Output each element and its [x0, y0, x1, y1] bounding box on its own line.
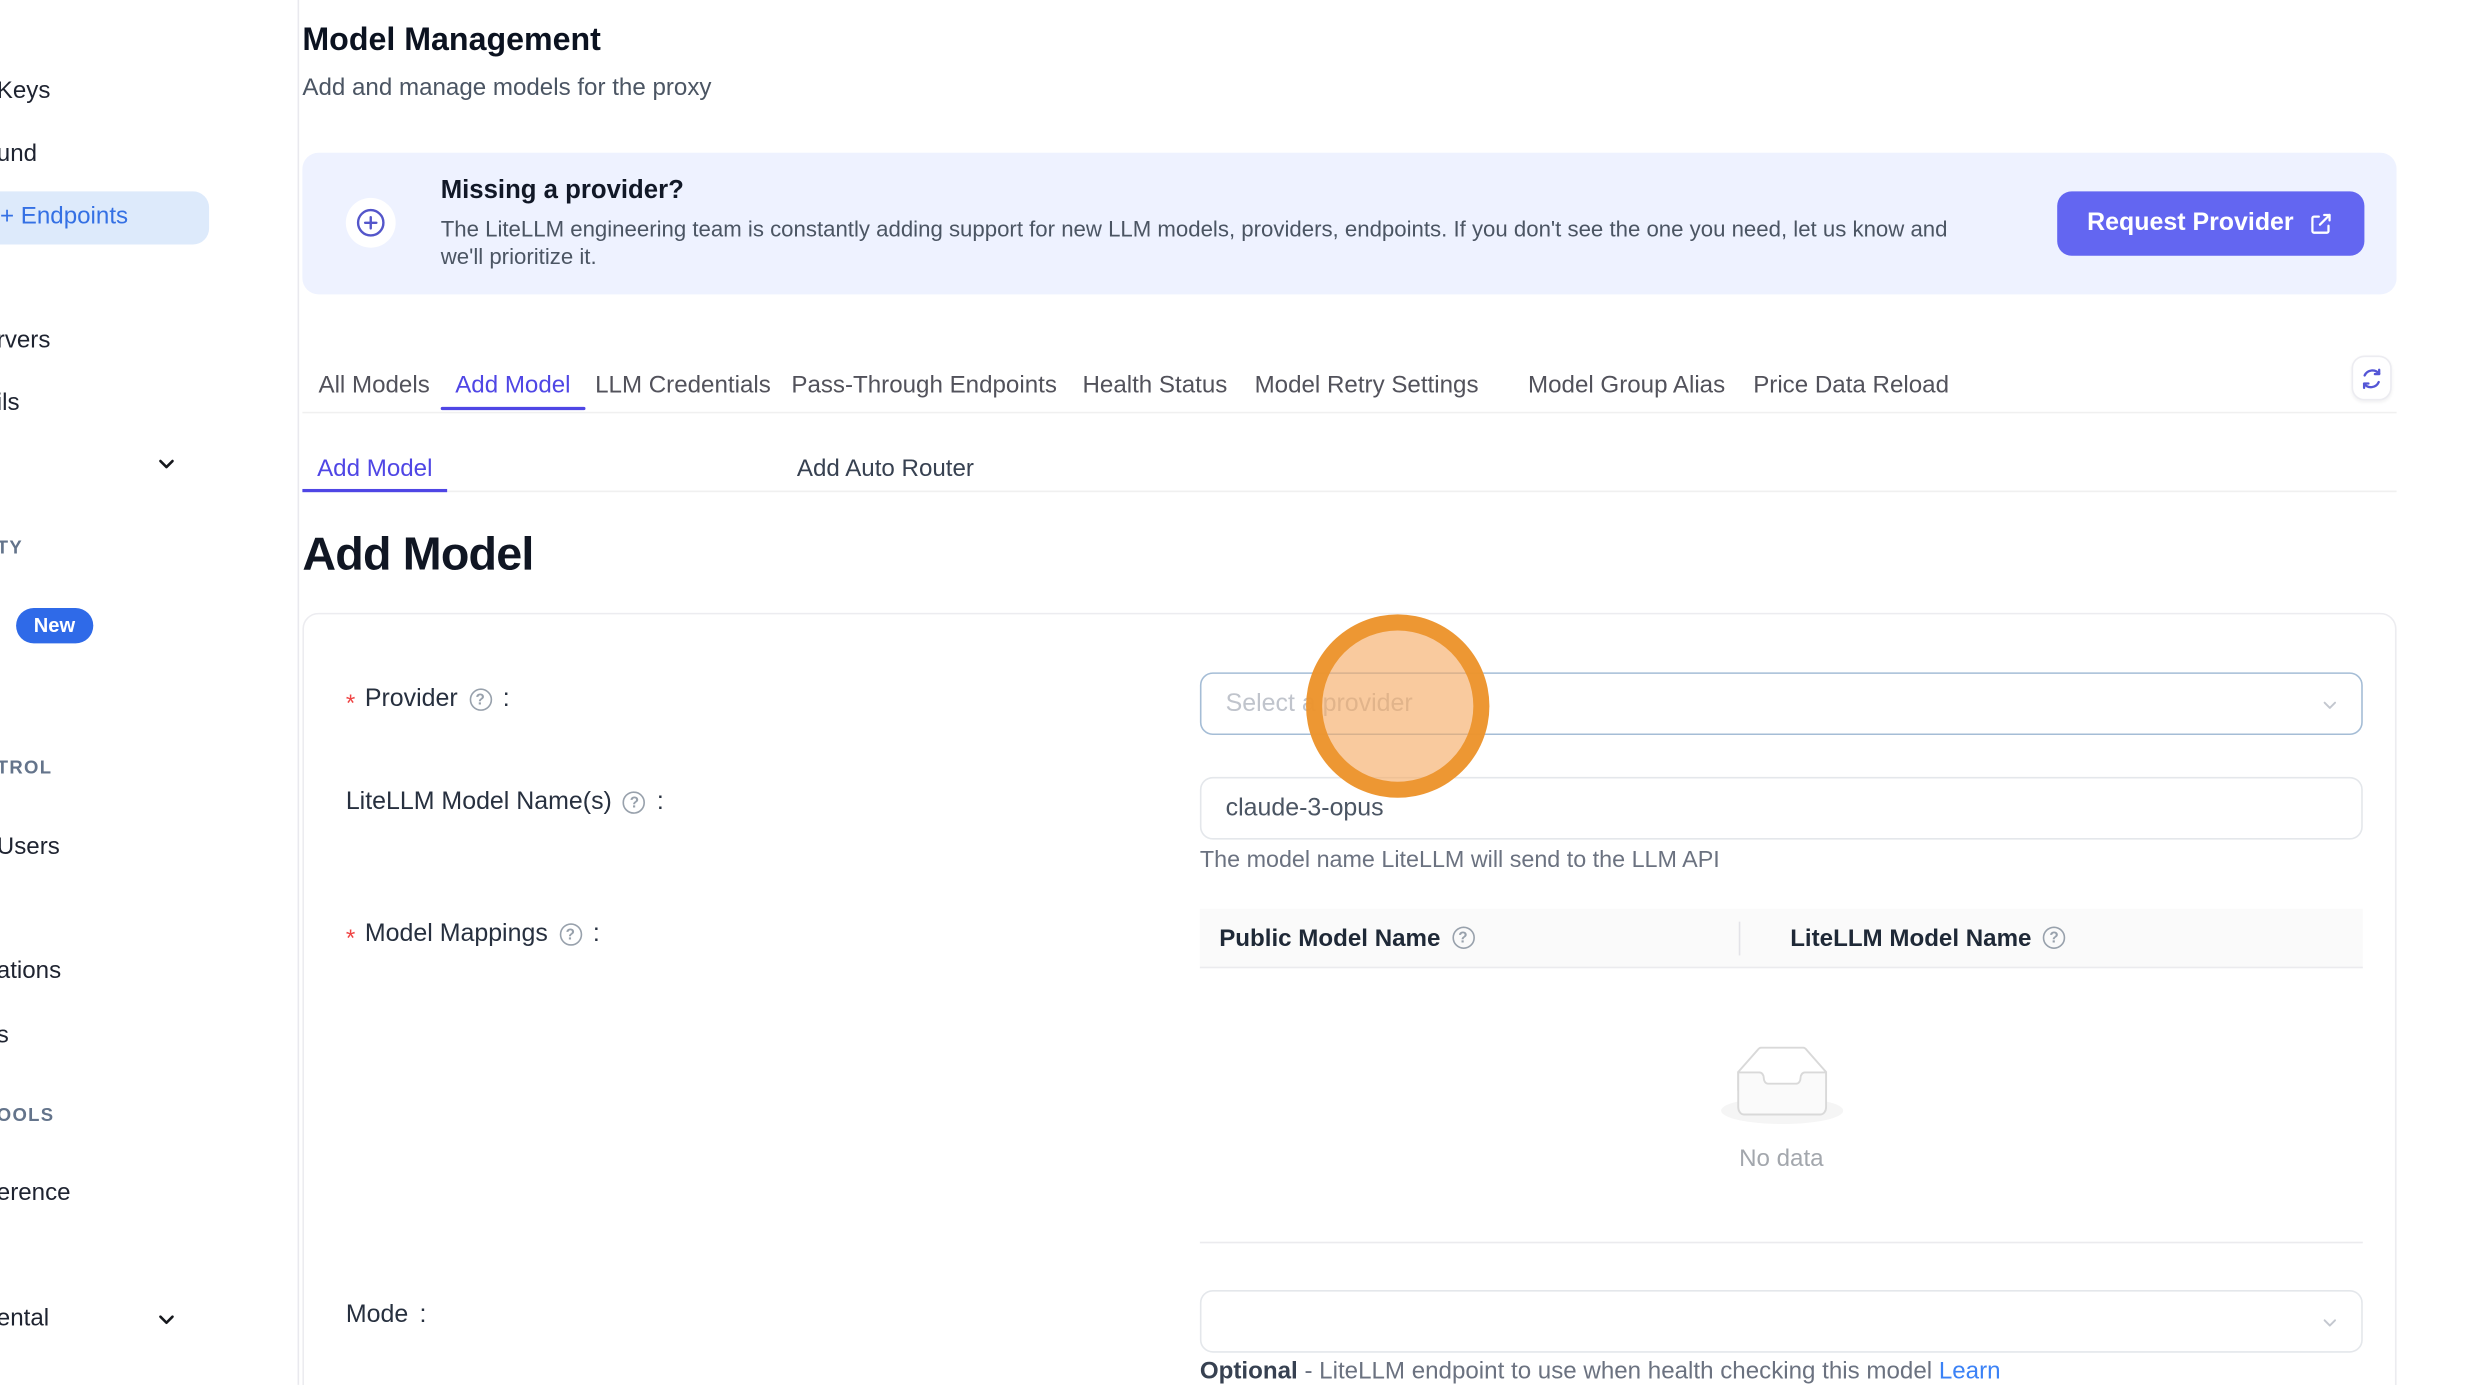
- sidebar: Keys und + Endpoints rvers ils TY New TR…: [0, 0, 299, 1385]
- banner-text-line2: we'll prioritize it.: [441, 244, 597, 268]
- empty-inbox-icon: [1720, 1103, 1842, 1130]
- add-model-form-card: * Provider ? : Select a provider LiteLLM…: [302, 613, 2396, 1385]
- form-title: Add Model: [302, 529, 533, 582]
- required-asterisk: *: [346, 689, 355, 716]
- mode-caption: Optional - LiteLLM endpoint to use when …: [1200, 1358, 2001, 1385]
- sidebar-item-endpoints-label: + Endpoints: [0, 203, 128, 230]
- model-name-value: claude-3-opus: [1226, 794, 1384, 823]
- missing-provider-banner: Missing a provider? The LiteLLM engineer…: [302, 153, 2396, 295]
- provider-select[interactable]: Select a provider: [1200, 672, 2363, 735]
- subtab-add-auto-router[interactable]: Add Auto Router: [780, 455, 991, 482]
- sidebar-section-tools: OOLS: [0, 1107, 54, 1126]
- refresh-icon: [2360, 366, 2384, 390]
- tab-bar: All Models Add Model LLM Credentials Pas…: [302, 364, 2396, 414]
- help-icon[interactable]: ?: [1452, 926, 1475, 949]
- app-root: Keys und + Endpoints rvers ils TY New TR…: [0, 0, 2477, 1385]
- column-label: Public Model Name: [1219, 924, 1440, 951]
- tab-all-models[interactable]: All Models: [318, 372, 429, 399]
- sidebar-section-access-control: TROL: [0, 759, 52, 778]
- help-icon[interactable]: ?: [2043, 926, 2066, 949]
- model-mappings-label: * Model Mappings ? :: [346, 920, 600, 949]
- sidebar-item-keys[interactable]: Keys: [0, 77, 50, 104]
- learn-link[interactable]: Learn: [1939, 1358, 2001, 1385]
- banner-title: Missing a provider?: [441, 177, 684, 206]
- sidebar-item-experimental[interactable]: ental: [0, 1304, 49, 1331]
- mode-caption-bold: Optional: [1200, 1358, 1298, 1385]
- main-content: Model Management Add and manage models f…: [302, 0, 2396, 1385]
- tab-model-group-alias[interactable]: Model Group Alias: [1528, 372, 1725, 399]
- request-provider-button[interactable]: Request Provider: [2057, 191, 2365, 255]
- model-name-input[interactable]: claude-3-opus: [1200, 777, 2363, 840]
- mode-label: Mode :: [346, 1301, 427, 1330]
- column-divider: [1739, 922, 1741, 956]
- tab-model-retry-settings[interactable]: Model Retry Settings: [1255, 372, 1479, 399]
- help-icon[interactable]: ?: [559, 923, 582, 946]
- model-name-helper: The model name LiteLLM will send to the …: [1200, 848, 1720, 874]
- help-icon[interactable]: ?: [623, 791, 646, 814]
- page-subtitle: Add and manage models for the proxy: [302, 74, 711, 101]
- label-colon: :: [419, 1301, 426, 1330]
- table-empty-body: No data: [1200, 968, 2363, 1243]
- mode-caption-text: - LiteLLM endpoint to use when health ch…: [1298, 1358, 1939, 1385]
- empty-state: No data: [1200, 1045, 2363, 1172]
- request-provider-label: Request Provider: [2087, 209, 2293, 238]
- subtab-add-model[interactable]: Add Model: [302, 455, 447, 482]
- page-title: Model Management: [302, 23, 600, 60]
- column-public-model-name: Public Model Name ?: [1219, 924, 1474, 951]
- table-header: Public Model Name ? LiteLLM Model Name ?: [1200, 909, 2363, 969]
- tab-add-model[interactable]: Add Model: [455, 372, 570, 399]
- column-label: LiteLLM Model Name: [1790, 924, 2031, 951]
- help-icon[interactable]: ?: [469, 688, 492, 711]
- mode-select[interactable]: [1200, 1290, 2363, 1353]
- sidebar-item-playground[interactable]: und: [0, 140, 37, 167]
- label-colon: :: [503, 685, 510, 714]
- subtab-bar: Add Model Add Auto Router: [302, 452, 2396, 492]
- provider-label-text: Provider: [365, 685, 458, 714]
- select-chevron-icon: [2319, 695, 2340, 724]
- tab-pass-through-endpoints[interactable]: Pass-Through Endpoints: [791, 372, 1057, 399]
- label-colon: :: [593, 920, 600, 949]
- model-mappings-table: Public Model Name ? LiteLLM Model Name ?: [1200, 909, 2363, 1244]
- no-data-text: No data: [1200, 1145, 2363, 1172]
- tab-llm-credentials[interactable]: LLM Credentials: [595, 372, 771, 399]
- sidebar-item-organizations[interactable]: ations: [0, 957, 61, 984]
- model-name-label-text: LiteLLM Model Name(s): [346, 788, 612, 817]
- sidebar-item-reference[interactable]: erence: [0, 1179, 71, 1206]
- sidebar-item-servers[interactable]: rvers: [0, 327, 50, 354]
- mode-label-text: Mode: [346, 1301, 408, 1330]
- sidebar-item-endpoints[interactable]: + Endpoints: [0, 191, 209, 244]
- refresh-button[interactable]: [2352, 355, 2392, 400]
- select-chevron-icon: [2319, 1312, 2340, 1341]
- label-colon: :: [657, 788, 664, 817]
- required-asterisk: *: [346, 924, 355, 951]
- tab-price-data-reload[interactable]: Price Data Reload: [1753, 372, 1949, 399]
- chevron-down-icon[interactable]: [154, 1308, 178, 1332]
- chevron-down-icon[interactable]: [154, 452, 178, 476]
- provider-label: * Provider ? :: [346, 685, 510, 714]
- sidebar-item-users[interactable]: Users: [0, 833, 60, 860]
- provider-placeholder: Select a provider: [1226, 689, 1413, 718]
- tab-health-status[interactable]: Health Status: [1082, 372, 1227, 399]
- sidebar-section-observability: TY: [0, 539, 23, 558]
- banner-text-line1: The LiteLLM engineering team is constant…: [441, 217, 1948, 241]
- sidebar-item-guardrails[interactable]: ils: [0, 389, 20, 416]
- sidebar-item-teams[interactable]: s: [0, 1021, 9, 1048]
- external-link-icon: [2308, 211, 2334, 237]
- column-litellm-model-name: LiteLLM Model Name ?: [1790, 924, 2065, 951]
- model-name-label: LiteLLM Model Name(s) ? :: [346, 788, 664, 817]
- new-badge: New: [16, 608, 93, 643]
- model-mappings-label-text: Model Mappings: [365, 920, 548, 949]
- plus-circle-icon: [346, 198, 396, 248]
